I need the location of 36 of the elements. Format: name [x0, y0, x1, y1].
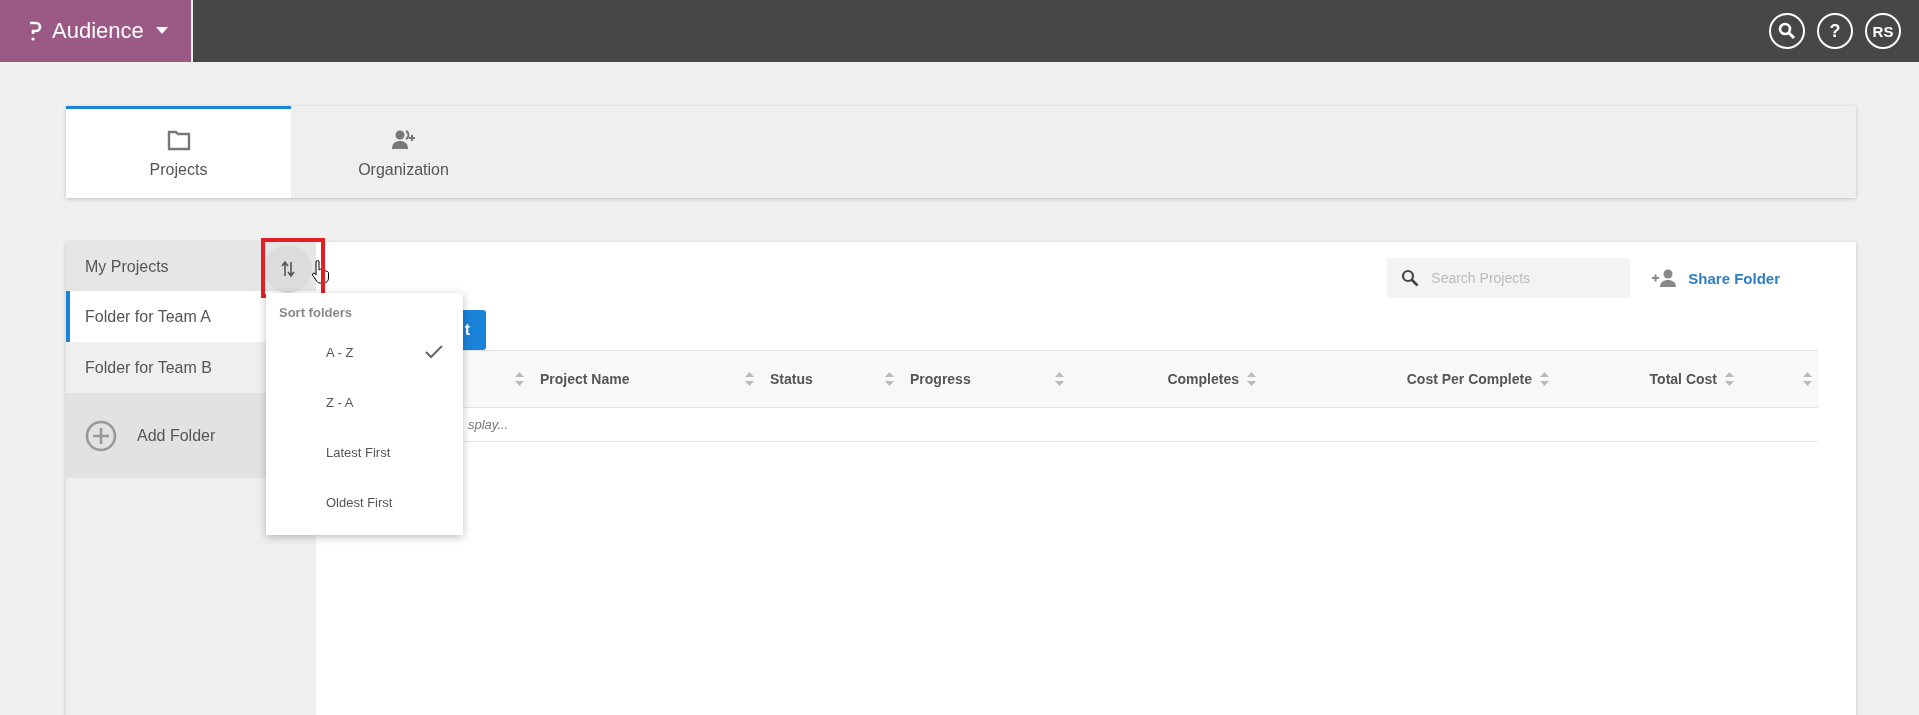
search-icon [1778, 22, 1796, 40]
logo-icon [28, 21, 42, 41]
share-folder-link[interactable]: Share Folder [1652, 269, 1780, 287]
app-name: Audience [52, 18, 144, 44]
search-button[interactable] [1769, 13, 1805, 49]
sort-icon[interactable] [1247, 372, 1256, 386]
column-header[interactable]: Cost Per Complete [1406, 371, 1532, 387]
search-icon [1401, 269, 1420, 287]
column-header[interactable]: Progress [910, 371, 971, 387]
column-header[interactable]: Completes [1167, 371, 1239, 387]
column-header[interactable]: Status [770, 371, 813, 387]
add-folder-label: Add Folder [137, 426, 216, 445]
app-switcher[interactable]: Audience [0, 0, 193, 62]
sort-icon[interactable] [745, 372, 754, 386]
add-person-icon [390, 128, 417, 151]
caret-icon [155, 27, 168, 35]
column-header[interactable]: Project Name [540, 371, 630, 387]
sort-icon[interactable] [1803, 372, 1812, 386]
empty-message: splay... [468, 417, 509, 432]
help-button[interactable]: ? [1817, 13, 1853, 49]
sort-icon[interactable] [1055, 372, 1064, 386]
search-field[interactable]: Search Projects [1387, 258, 1631, 298]
sort-icon[interactable] [885, 372, 894, 386]
column-header[interactable]: Total Cost [1649, 371, 1717, 387]
tab[interactable]: Projects [66, 106, 291, 198]
add-icon [85, 419, 117, 452]
menu-item[interactable]: Oldest First [266, 477, 463, 527]
hand-cursor-icon [311, 260, 329, 284]
sort-icon[interactable] [515, 372, 524, 386]
tab[interactable]: Organization [291, 106, 516, 198]
sort-icon[interactable] [1540, 372, 1549, 386]
user-avatar[interactable]: RS [1865, 13, 1901, 49]
add-person-icon [1652, 269, 1679, 287]
sort-icon[interactable] [1725, 372, 1734, 386]
folder-icon [165, 128, 192, 151]
sort-icon [281, 260, 295, 278]
